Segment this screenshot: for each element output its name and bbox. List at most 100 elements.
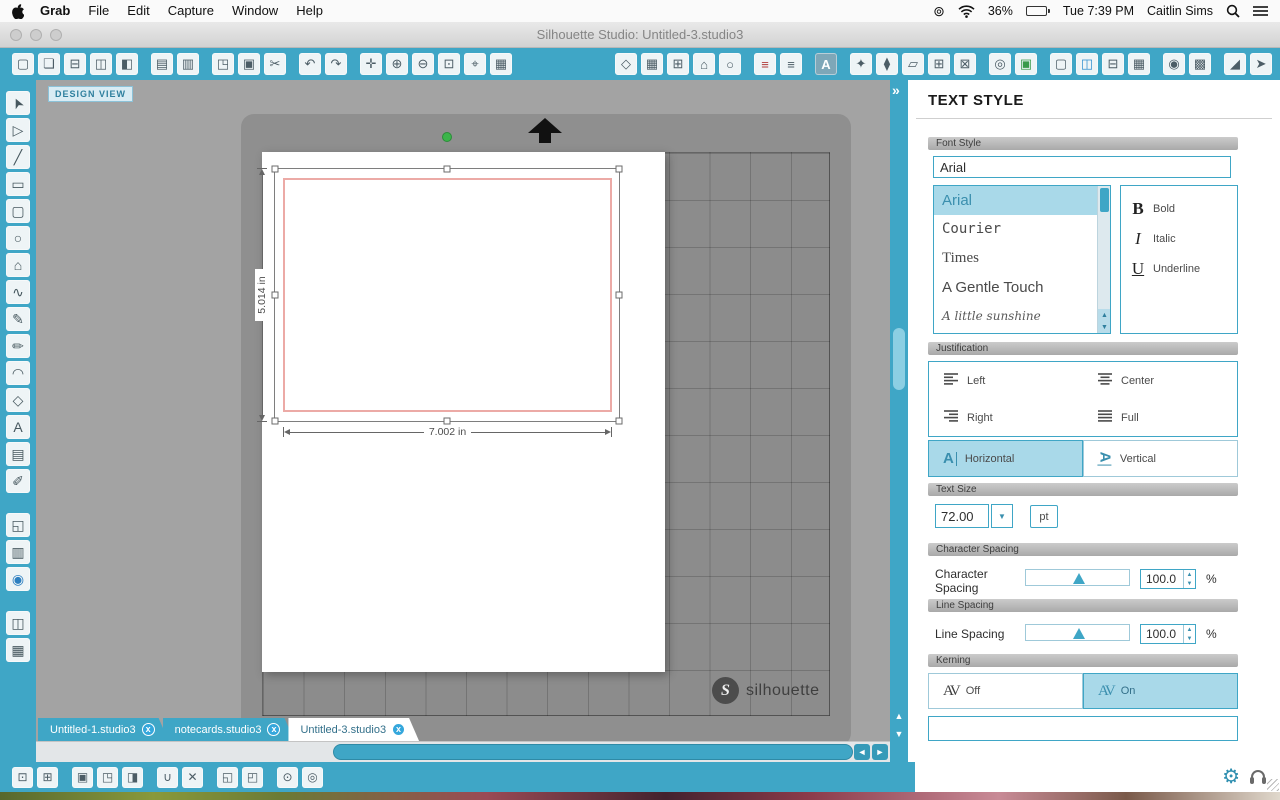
weld-button[interactable]: ∪ [157, 766, 178, 788]
character-spacing-slider[interactable] [1025, 569, 1130, 586]
replicate-button[interactable]: ✦ [850, 53, 872, 75]
copy-button[interactable]: ◳ [212, 53, 234, 75]
zoom-out-button[interactable]: ⊖ [412, 53, 434, 75]
selection-handle[interactable] [271, 165, 279, 173]
character-spacing-slider-thumb[interactable] [1073, 573, 1086, 584]
print-button[interactable]: ▤ [151, 53, 173, 75]
user-menu[interactable]: Caitlin Sims [1147, 4, 1213, 18]
point-edit-tool-button[interactable]: ▷ [6, 118, 30, 142]
line-spacing-slider[interactable] [1025, 624, 1130, 641]
object-align-button[interactable]: ⊞ [928, 53, 950, 75]
justify-full-button[interactable]: Full [1083, 399, 1237, 436]
pixscan-button[interactable]: ▩ [1189, 53, 1211, 75]
cut-button[interactable]: ✂ [264, 53, 286, 75]
page-panel-button[interactable]: ◫ [6, 611, 30, 635]
margins-button[interactable]: ⊟ [1102, 53, 1124, 75]
grid-settings-button[interactable]: ▦ [1128, 53, 1150, 75]
shadow-tool-button[interactable]: ◱ [6, 513, 30, 537]
scale-button[interactable]: ⊞ [37, 766, 58, 788]
menu-grab[interactable]: Grab [31, 0, 79, 22]
drag-zoom-button[interactable]: ⌖ [464, 53, 486, 75]
tab-close-button[interactable]: x [392, 723, 405, 736]
line-spacing-step-up[interactable]: ▲ [1184, 625, 1195, 634]
orientation-horizontal-button[interactable]: A Horizontal [928, 440, 1083, 477]
eraser-button[interactable]: ◢ [1224, 53, 1246, 75]
character-spacing-step-down[interactable]: ▼ [1184, 579, 1195, 588]
selection-handle[interactable] [615, 165, 623, 173]
new-document-button[interactable]: ▢ [12, 53, 34, 75]
font-italic-button[interactable]: I Italic [1121, 224, 1237, 254]
font-option-courier[interactable]: Courier [934, 215, 1099, 244]
line-spacing-step-down[interactable]: ▼ [1184, 634, 1195, 643]
character-spacing-step-up[interactable]: ▲ [1184, 570, 1195, 579]
curve-tool-button[interactable]: ∿ [6, 280, 30, 304]
open-button[interactable]: ❏ [38, 53, 60, 75]
fill-style-button[interactable]: ≡ [780, 53, 802, 75]
bring-forward-button[interactable]: ◱ [217, 766, 238, 788]
redo-button[interactable]: ↷ [325, 53, 347, 75]
send-to-silhouette-button[interactable]: ➤ [1250, 53, 1272, 75]
justify-right-button[interactable]: Right [929, 399, 1083, 436]
pan-button[interactable]: ✛ [360, 53, 382, 75]
duplicate-button[interactable]: ◳ [97, 766, 118, 788]
kerning-on-button[interactable]: AV On [1083, 673, 1238, 709]
import-button[interactable]: ⊟ [64, 53, 86, 75]
line-spacing-value[interactable]: 100.0 ▲ ▼ [1140, 624, 1196, 644]
regular-polygon-tool-button[interactable]: ◇ [6, 388, 30, 412]
polygon-tool-button[interactable]: ⌂ [6, 253, 30, 277]
fill-page-button[interactable]: ▦ [641, 53, 663, 75]
justify-center-button[interactable]: Center [1083, 362, 1237, 399]
selection-bounding-box[interactable] [271, 165, 623, 425]
horizontal-scrollbar[interactable]: ◄ ► [36, 741, 890, 762]
center-button[interactable]: ◎ [302, 766, 323, 788]
show-store-button[interactable]: ⌂ [693, 53, 715, 75]
font-option-a-little-sunshine[interactable]: A little sunshine [934, 302, 1099, 331]
paste-button[interactable]: ▣ [238, 53, 260, 75]
tab-close-button[interactable]: x [142, 723, 155, 736]
trace-button[interactable]: ▣ [1015, 53, 1037, 75]
shapes-button[interactable]: ○ [719, 53, 741, 75]
delete-button[interactable]: ✕ [182, 766, 203, 788]
selection-handle[interactable] [443, 417, 451, 425]
arc-tool-button[interactable]: ◠ [6, 361, 30, 385]
scroll-right-button[interactable]: ► [872, 744, 888, 760]
notification-center-icon[interactable] [1253, 5, 1268, 17]
smooth-freehand-tool-button[interactable]: ✏ [6, 334, 30, 358]
text-size-input[interactable] [935, 504, 989, 528]
zoom-selection-button[interactable]: ⊡ [438, 53, 460, 75]
modify-button[interactable]: ⊠ [954, 53, 976, 75]
line-tool-button[interactable]: ╱ [6, 145, 30, 169]
page-setup-button[interactable]: ▢ [1050, 53, 1072, 75]
horizontal-scroll-thumb[interactable] [333, 744, 853, 760]
registration-marks-button[interactable]: ◉ [1163, 53, 1185, 75]
fit-to-window-button[interactable]: ▦ [490, 53, 512, 75]
lock-button[interactable]: ⊙ [277, 766, 298, 788]
show-grid-button[interactable]: ⊞ [667, 53, 689, 75]
font-search-input[interactable] [933, 156, 1231, 178]
mirror-button[interactable]: ◨ [122, 766, 143, 788]
send-backward-button[interactable]: ◰ [242, 766, 263, 788]
menu-help[interactable]: Help [287, 0, 332, 22]
note-tool-button[interactable]: ▤ [6, 442, 30, 466]
font-list-scrollbar[interactable]: ▲ ▼ [1097, 186, 1110, 333]
font-list-scroll-thumb[interactable] [1100, 188, 1109, 212]
font-option-times[interactable]: Times [934, 244, 1099, 273]
kerning-off-button[interactable]: AV Off [928, 673, 1083, 709]
rounded-rectangle-tool-button[interactable]: ▢ [6, 199, 30, 223]
sketch-tool-button[interactable]: ▥ [6, 540, 30, 564]
tab-untitled-1-studio3[interactable]: Untitled-1.studio3 x [38, 718, 169, 741]
selection-handle[interactable] [271, 417, 279, 425]
selection-handle[interactable] [271, 291, 279, 299]
selection-handle[interactable] [615, 417, 623, 425]
font-underline-button[interactable]: U Underline [1121, 254, 1237, 284]
tab-untitled-3-studio3[interactable]: Untitled-3.studio3 x [288, 718, 419, 741]
scroll-up-button[interactable]: ▲ [890, 708, 908, 724]
font-option-a-gentle-touch[interactable]: A Gentle Touch [934, 273, 1099, 302]
font-bold-button[interactable]: B Bold [1121, 194, 1237, 224]
window-resize-grip[interactable] [1267, 779, 1279, 791]
copy-object-button[interactable]: ▣ [72, 766, 93, 788]
transform-button[interactable]: ⊡ [12, 766, 33, 788]
selection-handle[interactable] [615, 291, 623, 299]
scroll-down-button[interactable]: ▼ [890, 726, 908, 742]
orientation-vertical-button[interactable]: A Vertical [1083, 440, 1238, 477]
